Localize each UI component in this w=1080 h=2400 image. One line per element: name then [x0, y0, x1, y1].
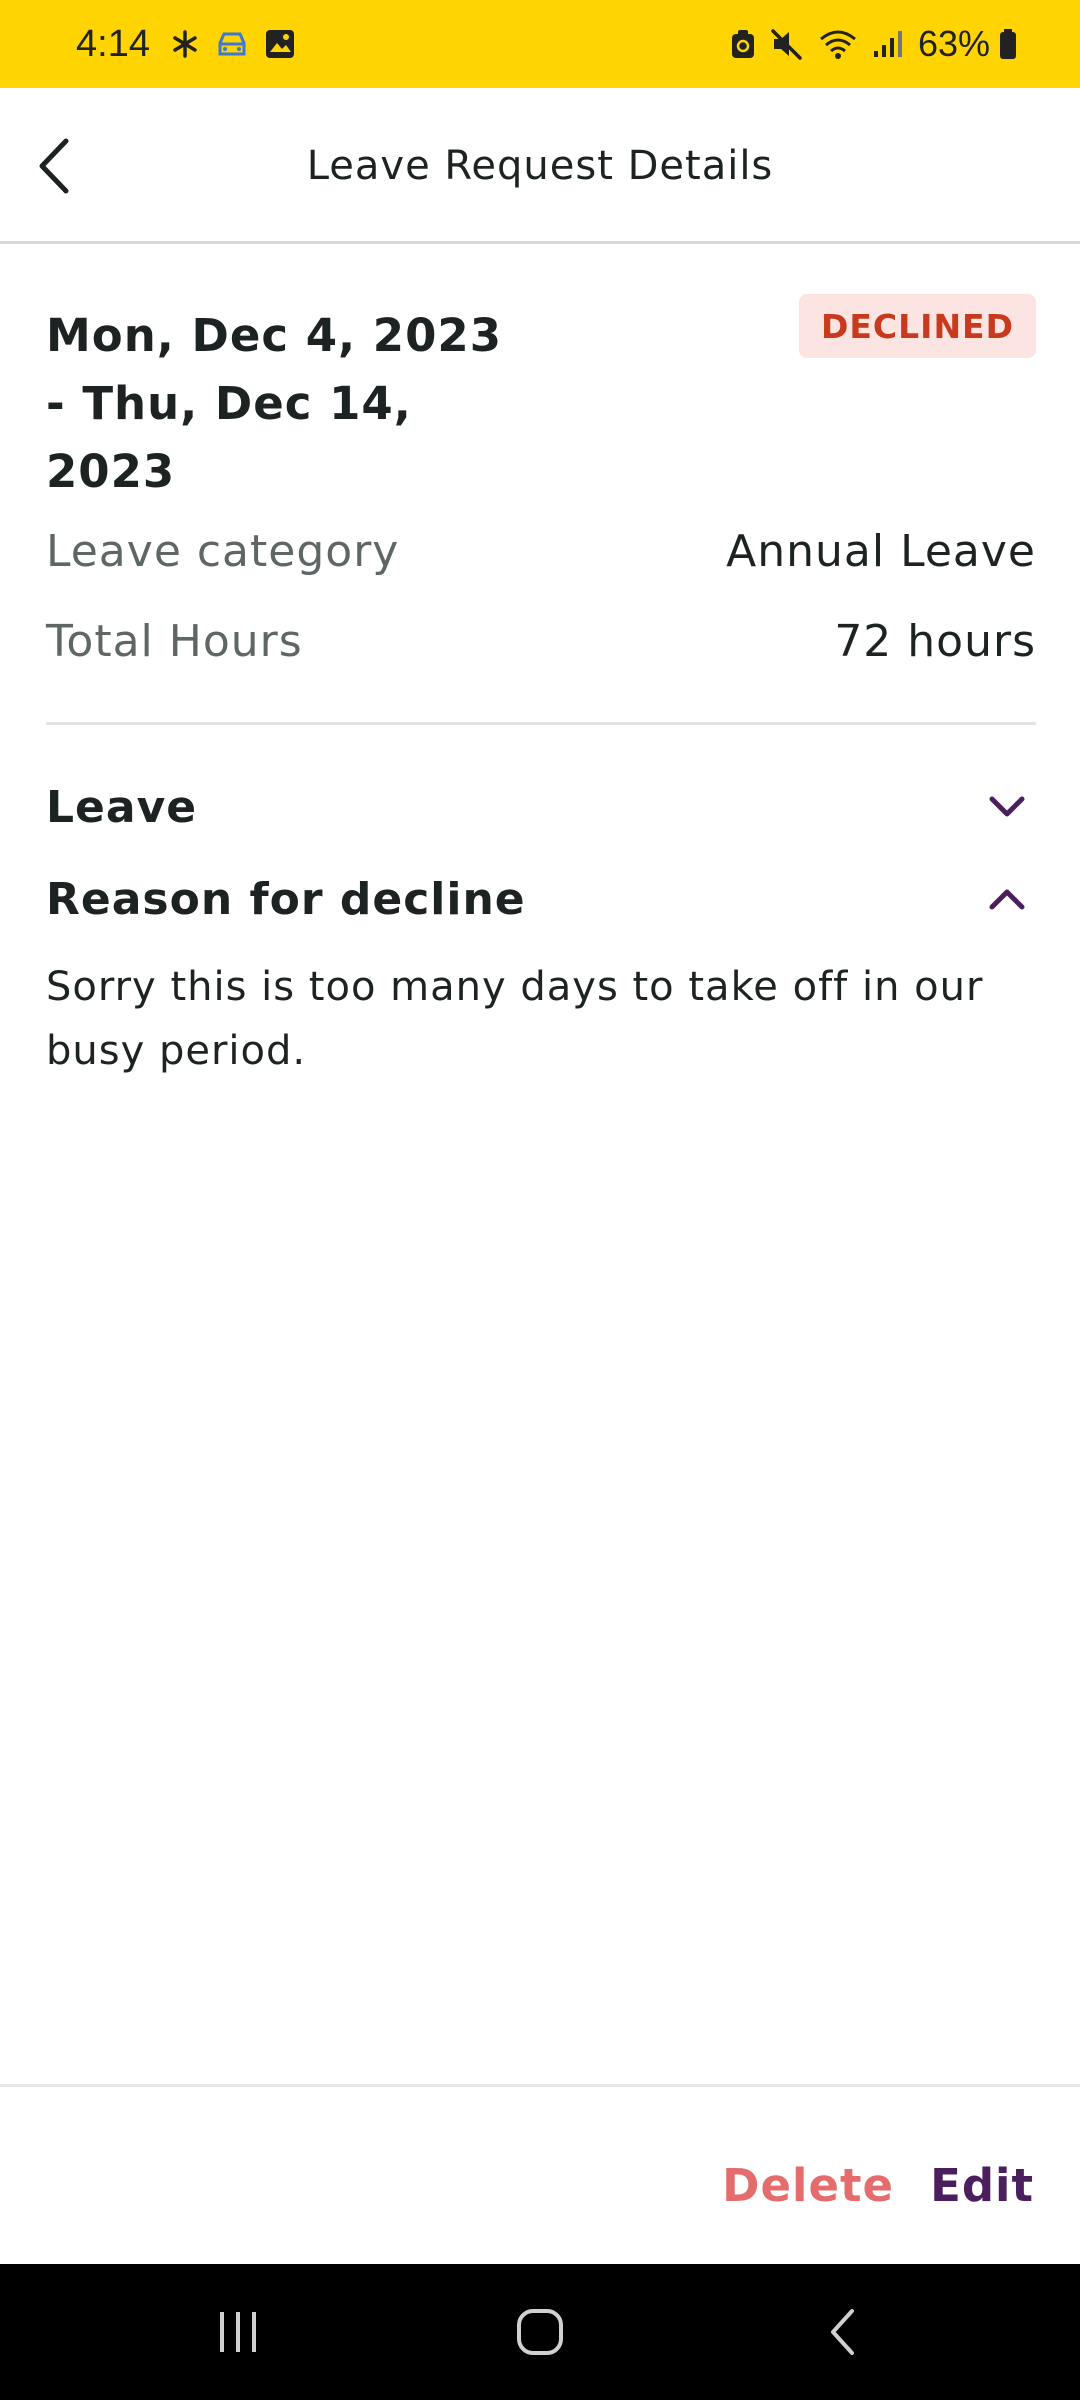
home-icon[interactable]	[480, 2264, 600, 2400]
system-nav-bar	[0, 2264, 1080, 2400]
date-range-line-2: - Thu, Dec 14,	[46, 377, 412, 430]
recents-icon[interactable]	[178, 2264, 298, 2400]
status-right: 63%	[730, 23, 1032, 65]
bottom-action-bar: Delete Edit	[0, 2084, 1080, 2264]
status-bar: 4:14 63%	[0, 0, 1080, 88]
screen: 4:14 63% Leave Request Details Mon, Dec …	[0, 0, 1080, 2400]
app-header: Leave Request Details	[0, 88, 1080, 244]
content: Mon, Dec 4, 2023 - Thu, Dec 14, 2023 DEC…	[46, 244, 1036, 1083]
delete-button[interactable]: Delete	[722, 2159, 894, 2212]
car-icon	[214, 29, 250, 59]
chevron-up-icon[interactable]	[966, 887, 1036, 911]
edit-button[interactable]: Edit	[930, 2159, 1034, 2212]
wifi-icon	[818, 28, 858, 60]
status-time: 4:14	[76, 22, 150, 65]
leave-category-row: Leave category Annual Leave	[46, 506, 1036, 596]
reason-section-title: Reason for decline	[46, 873, 526, 925]
page-title: Leave Request Details	[306, 143, 774, 189]
mute-icon	[770, 28, 804, 60]
battery-percent: 63%	[917, 23, 990, 64]
signal-icon	[872, 29, 904, 59]
battery-icon	[998, 28, 1018, 60]
summary-top: Mon, Dec 4, 2023 - Thu, Dec 14, 2023 DEC…	[46, 244, 1036, 506]
date-range: Mon, Dec 4, 2023 - Thu, Dec 14, 2023	[46, 302, 516, 506]
date-range-line-3: 2023	[46, 445, 176, 498]
total-hours-label: Total Hours	[46, 615, 303, 667]
leave-category-value: Annual Leave	[726, 525, 1036, 577]
date-range-line-1: Mon, Dec 4, 2023	[46, 309, 503, 362]
chevron-down-icon[interactable]	[966, 795, 1036, 819]
back-icon[interactable]	[783, 2264, 903, 2400]
status-badge: DECLINED	[798, 294, 1036, 358]
asterisk-icon	[170, 29, 200, 59]
total-hours-value: 72 hours	[834, 615, 1036, 667]
leave-section-title: Leave	[46, 781, 198, 833]
reason-text: Sorry this is too many days to take off …	[46, 964, 984, 1074]
total-hours-row: Total Hours 72 hours	[46, 596, 1036, 686]
status-left: 4:14	[76, 23, 310, 66]
reason-section-header[interactable]: Reason for decline	[46, 853, 1036, 945]
image-icon	[264, 28, 296, 60]
lock-battery-icon	[730, 28, 756, 60]
leave-section-header[interactable]: Leave	[46, 761, 1036, 853]
divider	[46, 722, 1036, 725]
leave-category-label: Leave category	[46, 525, 400, 577]
